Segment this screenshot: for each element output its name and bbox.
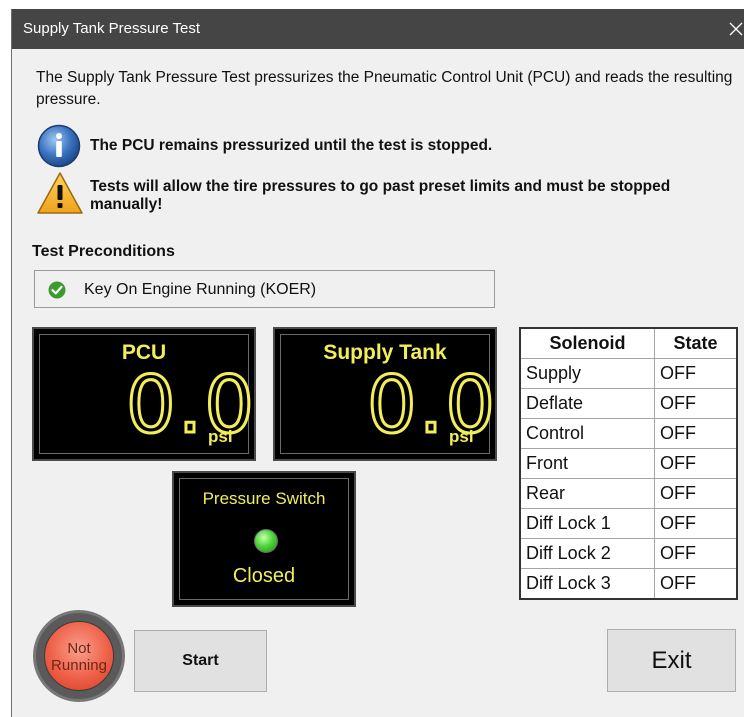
intro-text: The Supply Tank Pressure Test pressurize… xyxy=(36,69,733,108)
solenoid-table: Solenoid State Supply OFF Deflate OFF Cont… xyxy=(519,327,738,600)
window-title: Supply Tank Pressure Test xyxy=(23,20,201,37)
pressure-switch-label: Pressure Switch xyxy=(202,489,326,508)
status-indicator: Not Running xyxy=(36,613,122,699)
solenoid-name: Diff Lock 3 xyxy=(519,568,655,600)
solenoid-name: Deflate xyxy=(519,388,655,419)
warning-icon xyxy=(37,172,83,214)
solenoid-name: Front xyxy=(519,448,655,479)
solenoid-state: OFF xyxy=(654,418,738,449)
solenoid-state: OFF xyxy=(654,358,738,389)
table-row: Diff Lock 2 OFF xyxy=(519,538,738,569)
preconditions-heading: Test Preconditions xyxy=(32,243,175,260)
close-button[interactable] xyxy=(719,9,744,49)
solenoid-name: Supply xyxy=(519,358,655,389)
solenoid-state: OFF xyxy=(654,508,738,539)
pcu-gauge-unit: psi xyxy=(208,427,233,446)
precondition-item: Key On Engine Running (KOER) xyxy=(34,270,495,308)
state-column-header: State xyxy=(654,327,738,359)
precondition-label: Key On Engine Running (KOER) xyxy=(84,281,317,298)
table-row: Deflate OFF xyxy=(519,388,738,419)
pcu-gauge-value: 0.0 xyxy=(124,361,257,451)
title-bar[interactable]: Supply Tank Pressure Test xyxy=(12,9,744,49)
solenoid-name: Rear xyxy=(519,478,655,509)
table-row: Diff Lock 3 OFF xyxy=(519,568,738,600)
table-row: Control OFF xyxy=(519,418,738,449)
warning-message: Tests will allow the tire pressures to g… xyxy=(90,178,671,213)
solenoid-column-header: Solenoid xyxy=(519,327,655,359)
info-message: The PCU remains pressurized until the te… xyxy=(90,137,493,154)
table-row: Diff Lock 1 OFF xyxy=(519,508,738,539)
solenoid-name: Diff Lock 1 xyxy=(519,508,655,539)
close-icon xyxy=(729,22,743,36)
start-button[interactable]: Start xyxy=(134,630,267,692)
table-header-row: Solenoid State xyxy=(519,327,738,359)
solenoid-state: OFF xyxy=(654,568,738,600)
dialog-window: Supply Tank Pressure Test The Supply Tan… xyxy=(11,9,744,717)
solenoid-state: OFF xyxy=(654,538,738,569)
solenoid-state: OFF xyxy=(654,388,738,419)
supply-tank-gauge-value: 0.0 xyxy=(365,361,498,451)
status-indicator-lamp: Not Running xyxy=(44,621,114,691)
exit-button[interactable]: Exit xyxy=(607,629,736,692)
status-line-1: Not xyxy=(67,640,91,657)
pcu-gauge: PCU 0.0 psi xyxy=(32,327,256,461)
table-row: Supply OFF xyxy=(519,358,738,389)
supply-tank-gauge-unit: psi xyxy=(449,427,474,446)
solenoid-name: Diff Lock 2 xyxy=(519,538,655,569)
table-row: Front OFF xyxy=(519,448,738,479)
pressure-switch-state: Closed xyxy=(232,565,296,587)
pressure-switch-panel: Pressure Switch Closed xyxy=(172,471,356,607)
status-line-2: Running xyxy=(51,657,107,674)
supply-tank-gauge: Supply Tank 0.0 psi xyxy=(273,327,497,461)
solenoid-name: Control xyxy=(519,418,655,449)
info-icon xyxy=(37,124,81,168)
check-icon xyxy=(48,281,66,299)
solenoid-state: OFF xyxy=(654,478,738,509)
solenoid-state: OFF xyxy=(654,448,738,479)
table-row: Rear OFF xyxy=(519,478,738,509)
pressure-switch-led xyxy=(254,529,278,553)
